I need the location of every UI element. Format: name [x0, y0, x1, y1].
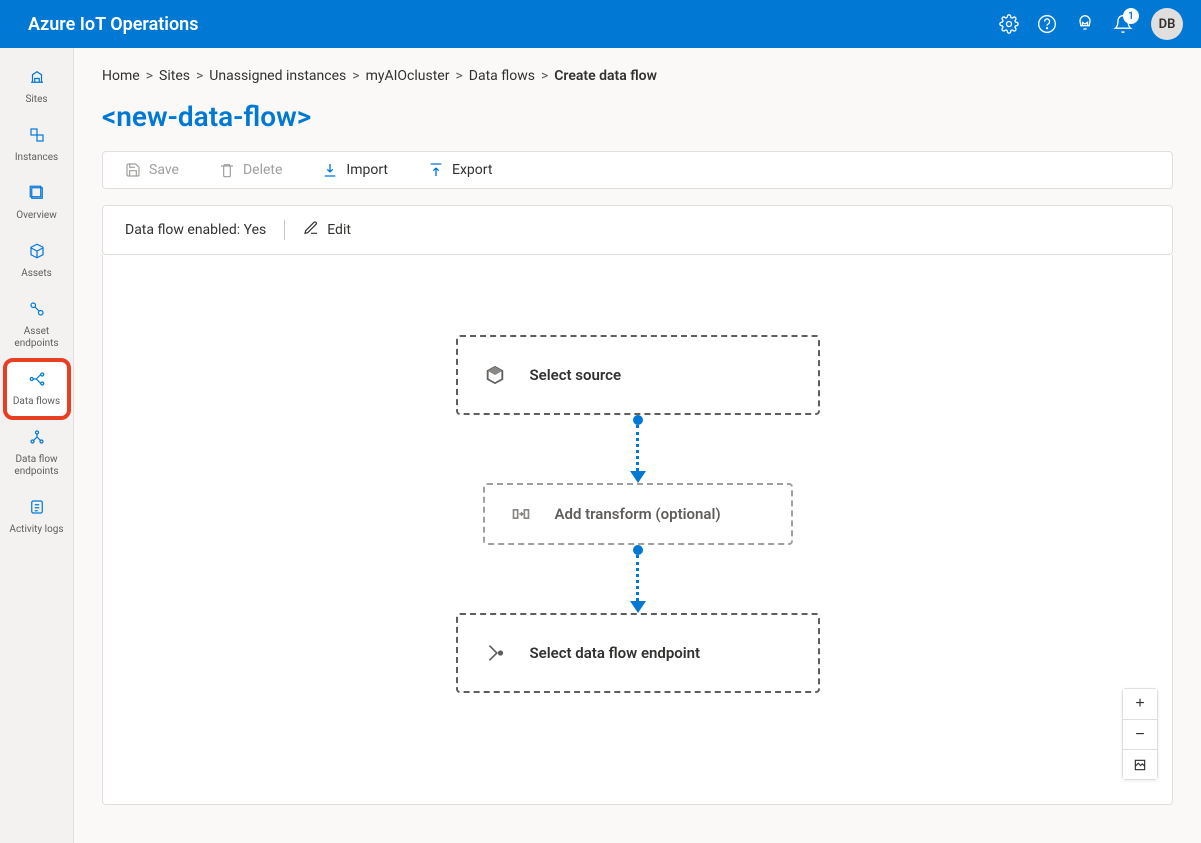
overview-icon: [28, 184, 46, 206]
instances-icon: [28, 126, 46, 148]
sidebar-item-label: Instances: [15, 152, 58, 164]
transform-icon: [511, 504, 531, 524]
connector: [630, 545, 646, 613]
connector-arrow: [630, 471, 646, 483]
delete-button: Delete: [219, 162, 282, 178]
toolbar-label: Import: [346, 162, 388, 178]
connector-line: [636, 555, 639, 601]
settings-icon[interactable]: [999, 14, 1019, 34]
flow-column: Select source Add transform (optional) S…: [456, 335, 820, 693]
breadcrumb-current: Create data flow: [554, 68, 657, 84]
zoom-controls: + −: [1122, 688, 1158, 780]
sidebar-item-label: Activity logs: [9, 524, 63, 536]
asset-endpoints-icon: [28, 300, 46, 322]
delete-icon: [219, 162, 235, 178]
breadcrumb-item[interactable]: Data flows: [469, 68, 535, 84]
endpoint-icon: [484, 642, 506, 664]
save-button: Save: [125, 162, 179, 178]
sidebar-item-data-flows[interactable]: Data flows: [7, 362, 67, 416]
breadcrumb: Home> Sites> Unassigned instances> myAIO…: [102, 68, 1173, 84]
status-bar: Data flow enabled: Yes Edit: [102, 205, 1173, 255]
fit-icon: [1133, 758, 1147, 772]
topbar-actions: 1 DB: [999, 8, 1183, 40]
activity-logs-icon: [28, 498, 46, 520]
sidebar-item-label: Data flow endpoints: [9, 454, 65, 478]
flow-box-label: Select data flow endpoint: [530, 644, 701, 662]
page-title: <new-data-flow>: [102, 100, 1173, 133]
breadcrumb-item[interactable]: Home: [102, 68, 140, 84]
edit-icon: [303, 220, 319, 240]
export-button[interactable]: Export: [428, 162, 492, 178]
zoom-out-button[interactable]: −: [1123, 719, 1157, 749]
cube-icon: [484, 364, 506, 386]
import-icon: [322, 162, 338, 178]
flow-box-label: Add transform (optional): [555, 505, 721, 523]
add-transform-button[interactable]: Add transform (optional): [483, 483, 793, 545]
flow-canvas[interactable]: Select source Add transform (optional) S…: [102, 255, 1173, 805]
app-title: Azure IoT Operations: [28, 14, 198, 35]
connector-dot: [633, 415, 643, 425]
sidebar-item-label: Assets: [21, 268, 52, 280]
divider: [284, 220, 285, 240]
breadcrumb-item[interactable]: Sites: [159, 68, 190, 84]
flow-box-label: Select source: [530, 366, 622, 384]
sidebar-item-assets[interactable]: Assets: [7, 234, 67, 288]
sidebar-item-instances[interactable]: Instances: [7, 118, 67, 172]
sidebar-item-sites[interactable]: Sites: [7, 60, 67, 114]
breadcrumb-item[interactable]: Unassigned instances: [209, 68, 346, 84]
select-source-button[interactable]: Select source: [456, 335, 820, 415]
sidebar-item-label: Asset endpoints: [9, 326, 65, 350]
breadcrumb-item[interactable]: myAIOcluster: [366, 68, 450, 84]
sidebar: Sites Instances Overview Assets Asset en…: [0, 48, 74, 843]
data-flow-enabled-label: Data flow enabled: Yes: [125, 222, 266, 238]
edit-button[interactable]: Edit: [303, 220, 351, 240]
sites-icon: [28, 68, 46, 90]
sidebar-item-label: Overview: [16, 210, 57, 222]
main-content: Home> Sites> Unassigned instances> myAIO…: [74, 48, 1201, 843]
zoom-in-button[interactable]: +: [1123, 689, 1157, 719]
toolbar-label: Delete: [243, 162, 282, 178]
connector-line: [636, 425, 639, 471]
import-button[interactable]: Import: [322, 162, 388, 178]
zoom-fit-button[interactable]: [1123, 749, 1157, 779]
select-endpoint-button[interactable]: Select data flow endpoint: [456, 613, 820, 693]
sidebar-item-asset-endpoints[interactable]: Asset endpoints: [7, 292, 67, 358]
connector: [630, 415, 646, 483]
data-flows-icon: [28, 370, 46, 392]
sidebar-item-data-flow-endpoints[interactable]: Data flow endpoints: [7, 420, 67, 486]
sidebar-item-overview[interactable]: Overview: [7, 176, 67, 230]
sidebar-item-activity-logs[interactable]: Activity logs: [7, 490, 67, 544]
feedback-icon[interactable]: [1075, 14, 1095, 34]
toolbar-label: Export: [452, 162, 492, 178]
sidebar-item-label: Data flows: [13, 396, 60, 408]
connector-dot: [633, 545, 643, 555]
notification-badge: 1: [1123, 8, 1139, 24]
toolbar-label: Save: [149, 162, 179, 178]
assets-icon: [28, 242, 46, 264]
help-icon[interactable]: [1037, 14, 1057, 34]
avatar[interactable]: DB: [1151, 8, 1183, 40]
export-icon: [428, 162, 444, 178]
data-flow-endpoints-icon: [28, 428, 46, 450]
notifications-icon[interactable]: 1: [1113, 14, 1133, 34]
edit-label: Edit: [327, 222, 351, 238]
sidebar-item-label: Sites: [25, 94, 47, 106]
connector-arrow: [630, 601, 646, 613]
save-icon: [125, 162, 141, 178]
topbar: Azure IoT Operations 1 DB: [0, 0, 1201, 48]
toolbar: Save Delete Import Export: [102, 151, 1173, 189]
